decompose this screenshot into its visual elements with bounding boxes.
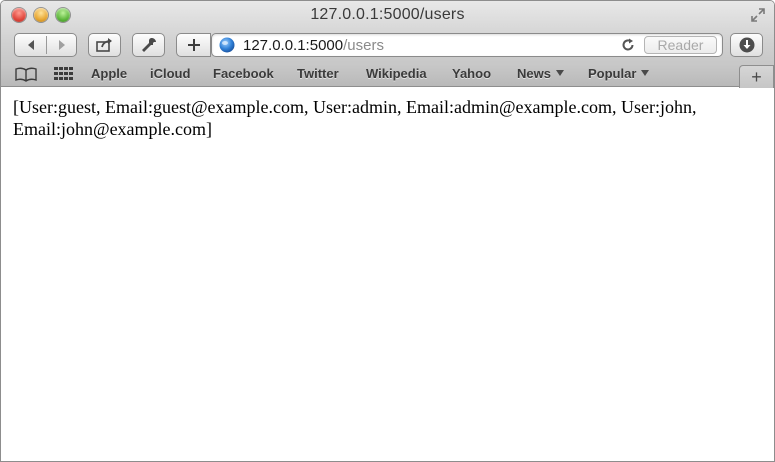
plus-icon: + bbox=[751, 67, 762, 87]
reader-button[interactable]: Reader bbox=[644, 36, 717, 54]
bookmark-wikipedia[interactable]: Wikipedia bbox=[366, 66, 427, 81]
bookmark-popular-label: Popular bbox=[588, 66, 637, 81]
share-button[interactable] bbox=[88, 33, 121, 57]
address-bar[interactable]: 127.0.0.1:5000/users Reader bbox=[211, 33, 723, 57]
title-toolbar-area: 127.0.0.1:5000/users 127.0.0.1:5000/user… bbox=[1, 1, 774, 63]
bookmark-news-label: News bbox=[517, 66, 551, 81]
bookmarks-bar: Apple iCloud Facebook Twitter Wikipedia … bbox=[1, 63, 774, 87]
tools-button[interactable] bbox=[132, 33, 165, 57]
downloads-button[interactable] bbox=[730, 33, 763, 57]
chevron-down-icon bbox=[641, 69, 650, 76]
top-sites-grid-icon[interactable] bbox=[54, 67, 74, 81]
url-path: /users bbox=[343, 37, 384, 54]
download-icon bbox=[739, 37, 754, 53]
globe-icon bbox=[219, 37, 235, 53]
bookmark-twitter[interactable]: Twitter bbox=[297, 66, 339, 81]
plus-icon bbox=[187, 39, 200, 51]
chevron-down-icon bbox=[555, 69, 564, 76]
fullscreen-icon[interactable] bbox=[750, 7, 766, 23]
bookmark-icloud[interactable]: iCloud bbox=[150, 66, 190, 81]
add-bookmark-button[interactable] bbox=[176, 33, 211, 57]
browser-window: 127.0.0.1:5000/users 127.0.0.1:5000/user… bbox=[0, 0, 775, 462]
url-host: 127.0.0.1:5000 bbox=[243, 37, 344, 54]
bookmark-facebook[interactable]: Facebook bbox=[213, 66, 274, 81]
bookmark-yahoo[interactable]: Yahoo bbox=[452, 66, 491, 81]
window-title: 127.0.0.1:5000/users bbox=[310, 6, 465, 23]
share-icon bbox=[95, 38, 112, 52]
back-arrow-icon[interactable] bbox=[25, 39, 37, 51]
bookmark-popular-folder[interactable]: Popular bbox=[588, 66, 650, 81]
users-list-text: [User:guest, Email:guest@example.com, Us… bbox=[13, 97, 697, 139]
back-forward-control bbox=[14, 33, 77, 57]
segment-divider bbox=[46, 36, 47, 54]
url-text: 127.0.0.1:5000/users bbox=[243, 37, 384, 54]
new-tab-button[interactable]: + bbox=[739, 65, 774, 89]
wrench-icon bbox=[141, 38, 156, 52]
bookmark-apple[interactable]: Apple bbox=[91, 66, 127, 81]
reading-list-icon[interactable] bbox=[15, 67, 37, 82]
page-content: [User:guest, Email:guest@example.com, Us… bbox=[1, 88, 774, 461]
reload-icon[interactable] bbox=[621, 38, 635, 52]
forward-arrow-icon[interactable] bbox=[56, 39, 68, 51]
bookmark-news-folder[interactable]: News bbox=[517, 66, 564, 81]
